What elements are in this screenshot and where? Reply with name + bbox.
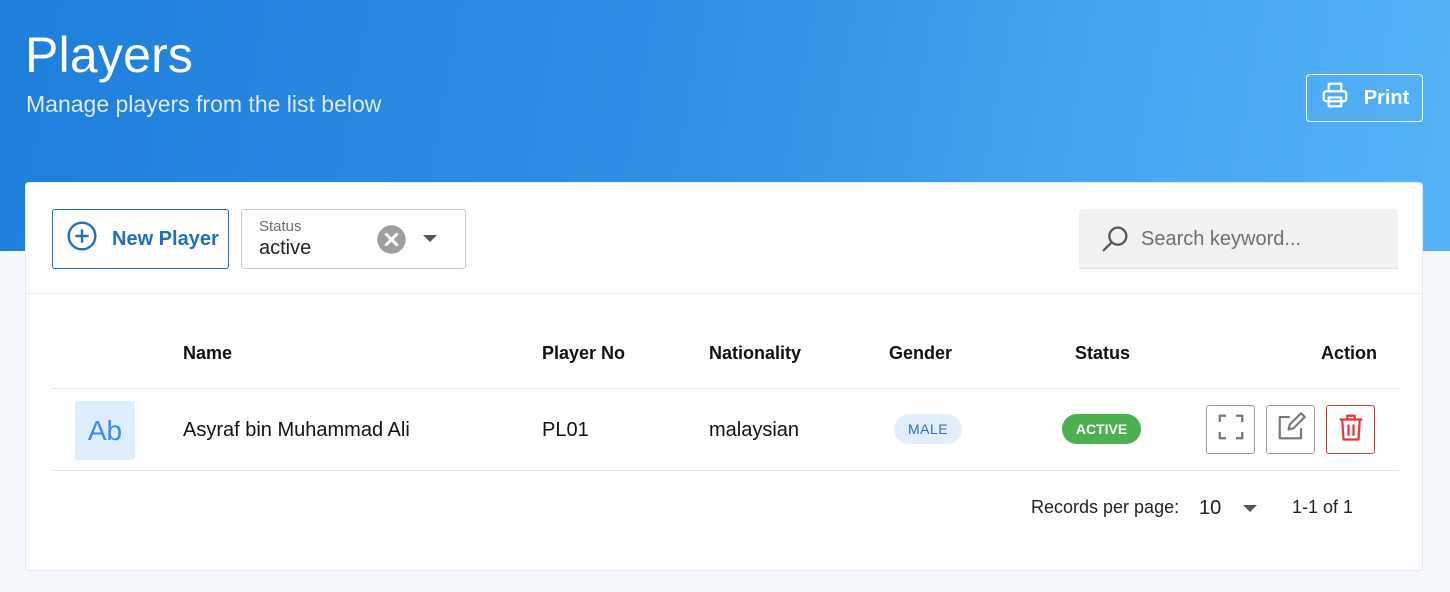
page-title: Players	[25, 27, 194, 83]
player-name: Asyraf bin Muhammad Ali	[183, 419, 410, 441]
plus-circle-icon	[66, 220, 98, 258]
printer-icon	[1320, 80, 1350, 116]
toolbar-divider	[26, 293, 1422, 294]
trash-icon	[1336, 412, 1366, 447]
player-nationality: malaysian	[709, 419, 800, 441]
records-per-page-value: 10	[1199, 497, 1222, 519]
pagination-range: 1-1 of 1	[1292, 497, 1354, 517]
column-header-nationality[interactable]: Nationality	[709, 343, 801, 364]
print-label: Print	[1363, 86, 1410, 109]
status-filter-select[interactable]: Status active	[241, 209, 466, 269]
column-header-player-no[interactable]: Player No	[542, 343, 625, 364]
avatar: Ab	[75, 401, 135, 460]
status-badge: ACTIVE	[1062, 414, 1141, 444]
search-field[interactable]	[1079, 209, 1398, 269]
status-filter-label: Status	[259, 218, 302, 235]
new-player-button[interactable]: New Player	[52, 209, 229, 269]
clear-icon[interactable]	[376, 224, 407, 255]
search-input[interactable]	[1141, 223, 1381, 255]
edit-icon	[1276, 412, 1306, 447]
header-divider	[52, 388, 1399, 389]
column-header-action: Action	[1321, 343, 1377, 363]
column-header-gender[interactable]: Gender	[889, 343, 952, 364]
status-filter-value: active	[259, 237, 312, 259]
player-no: PL01	[542, 419, 589, 441]
page-subtitle: Manage players from the list below	[26, 91, 382, 117]
print-button[interactable]: Print	[1306, 74, 1423, 122]
row-divider	[52, 470, 1399, 471]
gender-badge: MALE	[894, 414, 962, 444]
players-card: New Player Status active Name Player No …	[25, 182, 1423, 571]
chevron-down-icon	[423, 235, 437, 242]
chevron-down-icon	[1243, 505, 1257, 512]
delete-button[interactable]	[1326, 405, 1375, 454]
column-header-name[interactable]: Name	[183, 343, 232, 364]
fullscreen-icon	[1216, 412, 1246, 447]
records-per-page-label: Records per page:	[1031, 497, 1180, 517]
edit-button[interactable]	[1266, 405, 1315, 454]
column-header-status[interactable]: Status	[1075, 343, 1130, 364]
view-button[interactable]	[1206, 405, 1255, 454]
new-player-label: New Player	[112, 227, 219, 250]
records-per-page-select[interactable]: 10	[1186, 489, 1266, 525]
